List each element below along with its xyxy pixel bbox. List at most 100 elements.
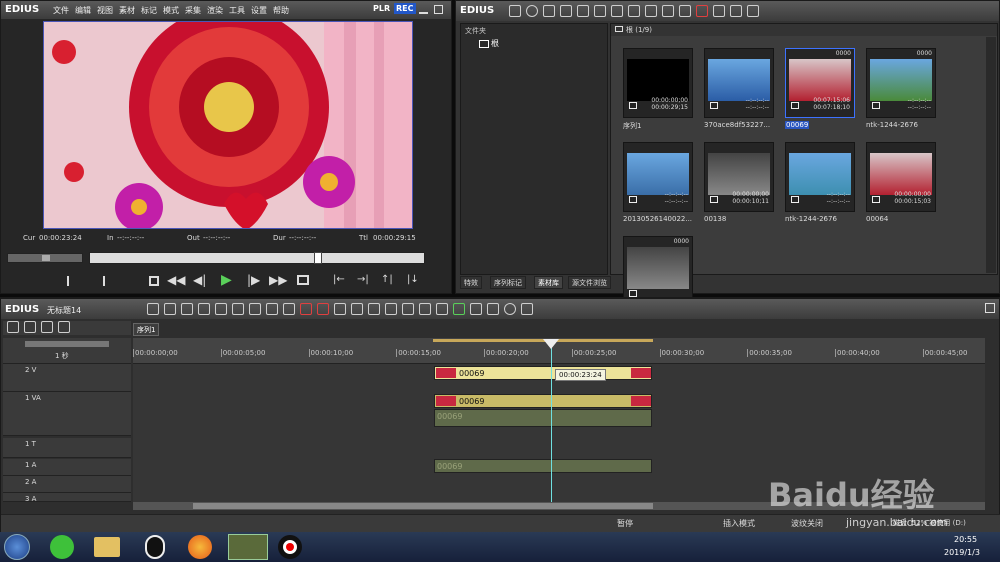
clip-thumbnail[interactable]: 00:00:00;00 00:00:10;11 [704,142,774,212]
record-app-icon[interactable] [278,535,302,559]
copy-icon[interactable] [628,5,640,17]
search-icon[interactable] [526,5,538,17]
snapshot-icon[interactable] [164,303,176,315]
track-header[interactable]: 1 VA [3,392,131,436]
title-track-icon[interactable] [419,303,431,315]
audio-clip-1a[interactable]: 00069 [434,459,652,473]
clip-name[interactable]: 00064 [866,215,940,223]
clip-name[interactable]: 序列1 [623,121,697,131]
trim-button[interactable]: |↓ [407,274,419,285]
clip-name[interactable]: 00138 [704,215,778,223]
clip-name[interactable]: ntk-1244-2676 [785,215,859,223]
properties-icon[interactable] [679,5,691,17]
clip-thumbnail[interactable]: --:--:--:-- --:--:--:-- [704,48,774,118]
color-correct-icon[interactable] [504,303,516,315]
group-icon[interactable] [58,321,70,333]
save-icon[interactable] [215,303,227,315]
shuttle-knob[interactable] [42,255,50,261]
clip-thumbnail[interactable]: 00:00:00;00 00:00:15;03 [866,142,936,212]
start-button[interactable] [4,534,30,560]
explorer-icon[interactable] [94,537,120,557]
layout-icon[interactable] [521,303,533,315]
menu-item[interactable]: 标记 [141,6,157,15]
clip-thumbnail[interactable]: 0000 --:--:--:-- --:--:--:-- [866,48,936,118]
snap-icon[interactable] [385,303,397,315]
storyboard-icon[interactable] [470,303,482,315]
delete-icon[interactable] [696,5,708,17]
render-icon[interactable] [453,303,465,315]
status-ripple[interactable]: 波纹关闭 [791,518,823,529]
add-to-timeline-icon[interactable] [662,5,674,17]
link-icon[interactable] [283,303,295,315]
menu-item[interactable]: 工具 [229,6,245,15]
playhead-marker[interactable] [542,339,559,349]
window-icon[interactable] [747,5,759,17]
new-sequence-icon[interactable] [181,303,193,315]
clip-name[interactable]: 370ace8df53227... [704,121,778,129]
clip-thumbnail[interactable]: --:--:--:-- --:--:--:-- [785,142,855,212]
clip-thumbnail[interactable]: --:--:--:-- --:--:--:-- [623,142,693,212]
up-folder-icon[interactable] [543,5,555,17]
color-bar-icon[interactable] [594,5,606,17]
step-forward-button[interactable]: |▶ [247,273,260,287]
rewind-button[interactable]: ◀◀ [167,273,185,287]
loop-button[interactable] [297,275,309,285]
plr-toggle[interactable]: PLR [373,4,390,13]
match-frame-button[interactable]: |← [333,274,345,285]
track-header[interactable]: 2 V [3,364,131,392]
add-clip-icon[interactable] [560,5,572,17]
track-header[interactable]: 2 A [3,476,131,493]
bin-tab[interactable]: 源文件浏览 [568,276,611,289]
bin-tab[interactable]: 素材库 [534,276,563,289]
scrub-bar[interactable] [89,252,425,264]
settings-icon[interactable] [713,5,725,17]
insert-to-timeline-button[interactable]: →| [357,274,369,285]
cut-icon[interactable] [611,5,623,17]
menu-item[interactable]: 渲染 [207,6,223,15]
playhead-line[interactable] [550,339,552,502]
bin-tab[interactable]: 序列标记 [490,276,526,289]
track-header[interactable]: 1 T [3,438,131,458]
menu-item[interactable]: 素材 [119,6,135,15]
bin-tab[interactable]: 特效 [460,276,482,289]
play-button[interactable]: ▶ [221,272,232,288]
root-folder[interactable]: 根 [479,38,499,49]
tray-date[interactable]: 2019/1/3 [944,548,980,557]
video-clip-1va[interactable]: 00069 [434,394,652,408]
rec-toggle[interactable]: REC [394,3,416,14]
transition-icon[interactable] [402,303,414,315]
redo-icon[interactable] [351,303,363,315]
tray-time[interactable]: 20:55 [954,535,977,544]
delete-icon[interactable] [300,303,312,315]
video-clip-2v[interactable]: 00069 [434,366,652,380]
menu-item[interactable]: 模式 [163,6,179,15]
minimize-button[interactable] [419,5,428,14]
bin-scrollbar[interactable] [986,37,996,273]
menu-item[interactable]: 编辑 [75,6,91,15]
clip-name[interactable]: 00069 [785,121,810,129]
track-header[interactable]: 3 A [3,493,131,503]
time-ruler[interactable]: 00:00:00;00 00:00:05;00 00:00:10;00 00:00:1… [133,338,985,364]
zoom-slider[interactable] [25,341,109,347]
maximize-button[interactable] [434,5,443,14]
mark-icon[interactable] [368,303,380,315]
clip-thumbnail[interactable]: 00:00:00;00 00:00:29;15 [623,48,693,118]
sync-icon[interactable] [41,321,53,333]
paste-icon[interactable] [645,5,657,17]
clip-thumbnail[interactable]: 0000 00:07:15;06 00:07:18;10 [785,48,855,118]
mode-icon[interactable] [7,321,19,333]
video-preview[interactable] [43,21,413,229]
firefox-icon[interactable] [188,535,212,559]
set-out-button[interactable] [97,276,105,286]
zoom-control[interactable]: 1 秒 [3,338,131,364]
audio-clip-1va[interactable]: 00069 [434,409,652,427]
scrub-knob[interactable] [314,252,323,264]
edius-taskbar-icon[interactable] [228,534,268,560]
ripple-delete-icon[interactable] [317,303,329,315]
undo-icon[interactable] [334,303,346,315]
audio-mixer-icon[interactable] [487,303,499,315]
menu-item[interactable]: 设置 [251,6,267,15]
new-project-icon[interactable] [147,303,159,315]
hscroll-thumb[interactable] [193,503,653,509]
overwrite-button[interactable]: ↑| [381,274,393,285]
